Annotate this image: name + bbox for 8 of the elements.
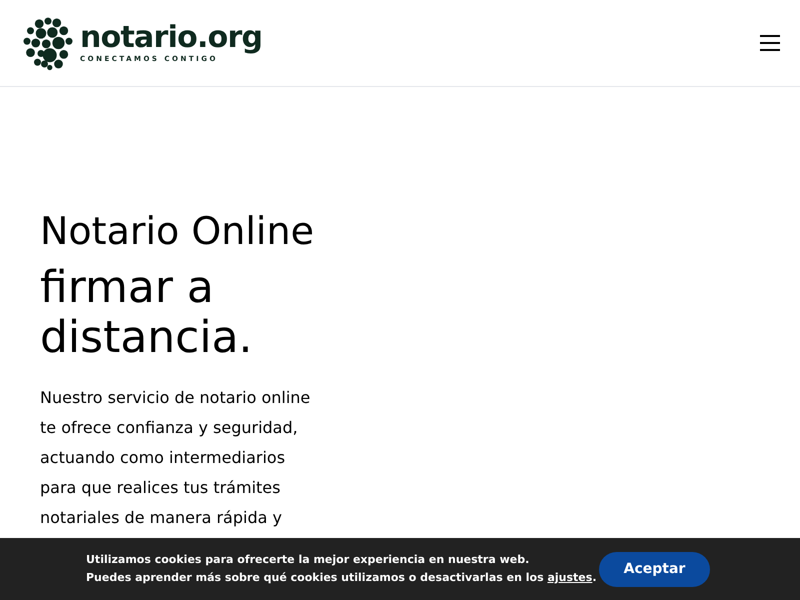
- cookie-notice: Utilizamos cookies para ofrecerte la mejor experiencia en nuestra web. Puedes aprender más sobre qué cookies utilizamos o desactivarlas en los ajustes.: [86, 552, 596, 586]
- page-title: Notario Online: [40, 208, 315, 255]
- headline: firmar a distancia.: [40, 263, 254, 363]
- menu-icon[interactable]: [760, 35, 780, 51]
- accept-button[interactable]: Aceptar: [599, 552, 710, 586]
- settings-link[interactable]: ajustes: [547, 571, 592, 584]
- intro-paragraph: Nuestro servicio de notario online te ofrece confianza y seguridad, actuando como intermediarios para que realices tus trámites notariales de manera rápida y: [40, 387, 312, 529]
- logo-name: notario.org: [80, 22, 262, 54]
